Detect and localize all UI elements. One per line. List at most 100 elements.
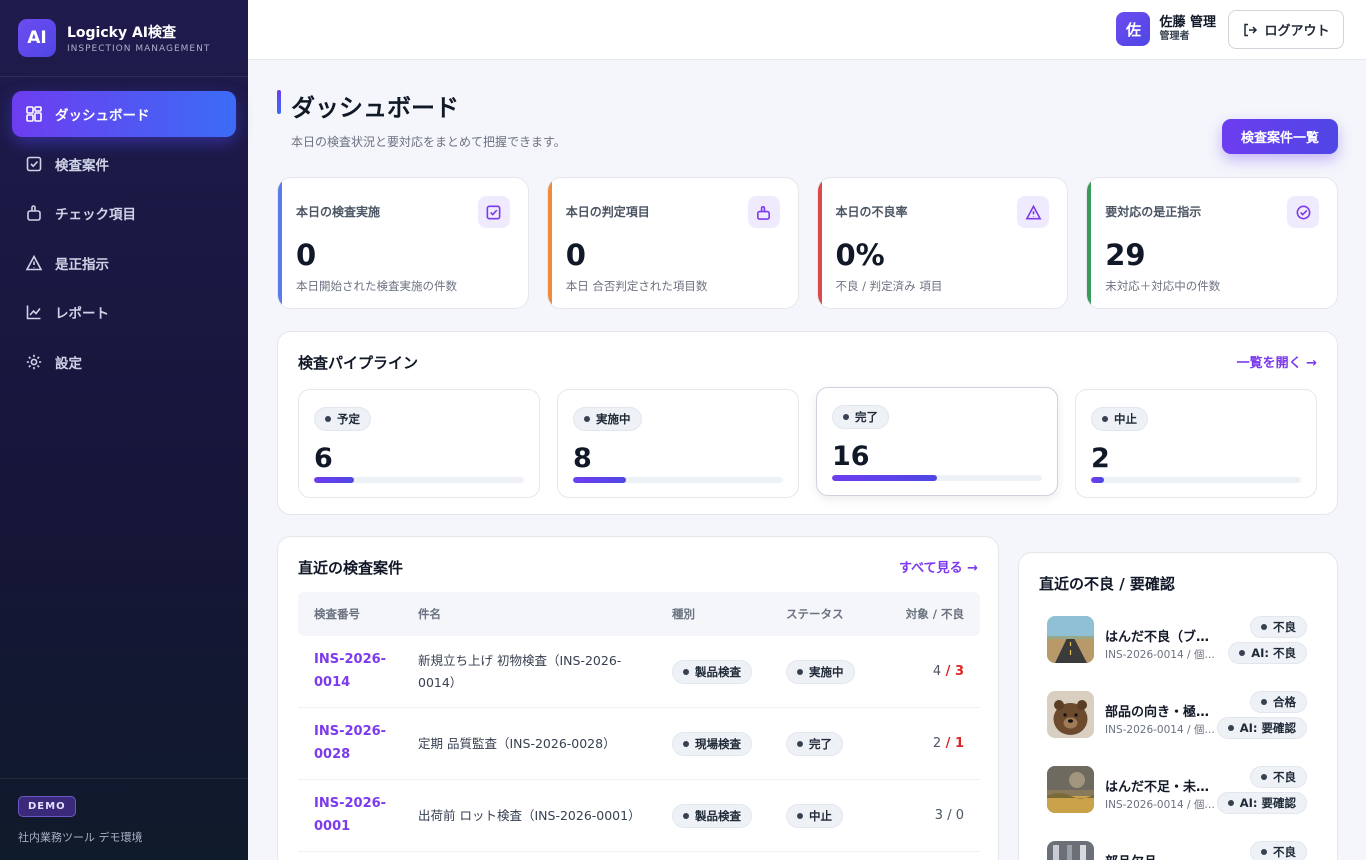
target-defect-count: 4 / 3 bbox=[886, 664, 980, 679]
recent-inspections-panel: 直近の検査案件 すべて見る → 検査番号 件名 種別 ステータス 対象 / 不良… bbox=[277, 536, 999, 860]
table-row[interactable]: INS-2026-0001 出荷前 ロット検査（INS-2026-0001） 製… bbox=[298, 780, 980, 852]
inspection-id-link[interactable]: INS-2026-0028 bbox=[314, 721, 394, 767]
recent-defects-panel: 直近の不良 / 要確認 はんだ不良（ブ… INS-2026-0014 / 個体…… bbox=[1018, 552, 1338, 860]
inspection-id-link[interactable]: INS-2026-0001 bbox=[314, 793, 394, 839]
ai-label: AI: 不良 bbox=[1251, 646, 1296, 660]
result-badge: 合格 bbox=[1250, 691, 1307, 713]
stage-label: 完了 bbox=[855, 410, 878, 424]
stat-accent-bar bbox=[817, 178, 822, 308]
result-label: 合格 bbox=[1273, 695, 1296, 709]
stage-chip: 実施中 bbox=[573, 407, 642, 431]
sidebar-item-label: 検査案件 bbox=[55, 157, 109, 174]
sidebar-item-label: レポート bbox=[55, 306, 109, 322]
topbar: 佐 佐藤 管理 管理者 ログアウト bbox=[248, 0, 1366, 60]
inspections-table: 検査番号 件名 種別 ステータス 対象 / 不良 INS-2026-0014 新… bbox=[298, 592, 980, 852]
ai-badge: AI: 不良 bbox=[1228, 642, 1307, 664]
stat-card-judged-items[interactable]: 本日の判定項目 0 本日 合否判定された項目数 bbox=[546, 177, 799, 309]
column-header-target-defect[interactable]: 対象 / 不良 bbox=[886, 606, 980, 622]
defect-count: 3 bbox=[954, 664, 964, 679]
stage-label: 実施中 bbox=[596, 412, 631, 426]
inspection-list-button[interactable]: 検査案件一覧 bbox=[1222, 119, 1338, 154]
column-header-status[interactable]: ステータス bbox=[786, 606, 886, 622]
stage-count: 16 bbox=[832, 441, 870, 472]
defect-separator: / bbox=[943, 808, 956, 823]
page-subtitle: 本日の検査状況と要対応をまとめて把握できます。 bbox=[291, 135, 566, 149]
stage-progress-track bbox=[1091, 477, 1301, 483]
stat-card-open-corrections[interactable]: 要対応の是正指示 29 未対応＋対応中の件数 bbox=[1086, 177, 1338, 309]
warning-icon bbox=[1017, 196, 1050, 228]
list-item[interactable]: 部品の向き・極… INS-2026-0014 / 個… 合格 AI: 要確認 bbox=[1039, 691, 1317, 746]
bear-photo bbox=[1047, 691, 1094, 738]
table-row[interactable]: INS-2026-0014 新規立ち上げ 初物検査（INS-2026-0014）… bbox=[298, 636, 980, 708]
stat-value: 0% bbox=[835, 238, 885, 272]
status-dot bbox=[1227, 800, 1234, 806]
sidebar-footer: DEMO 社内業務ツール デモ環境 bbox=[0, 778, 248, 860]
column-header-name[interactable]: 件名 bbox=[418, 606, 672, 622]
pipeline-stage-in-progress[interactable]: 実施中 8 bbox=[557, 389, 799, 498]
defects-title: 直近の不良 / 要確認 bbox=[1039, 575, 1175, 593]
status-dot bbox=[325, 416, 331, 422]
see-all-link[interactable]: すべて見る → bbox=[899, 557, 978, 576]
sidebar-item-dashboard[interactable]: ダッシュボード bbox=[12, 91, 236, 137]
logout-button[interactable]: ログアウト bbox=[1228, 10, 1344, 49]
stage-count: 2 bbox=[1091, 443, 1110, 474]
defect-separator: / bbox=[941, 736, 955, 751]
status-dot bbox=[797, 812, 803, 819]
table-row[interactable]: INS-2026-0028 定期 品質監査（INS-2026-0028） 現場検… bbox=[298, 708, 980, 780]
status-label: 実施中 bbox=[809, 664, 844, 679]
result-label: 不良 bbox=[1273, 620, 1296, 634]
brand[interactable]: AI Logicky AI検査 INSPECTION MANAGEMENT bbox=[0, 0, 248, 77]
stat-note: 本日 合否判定された項目数 bbox=[565, 279, 708, 293]
ai-badge: AI: 要確認 bbox=[1216, 792, 1307, 814]
avatar: 佐 bbox=[1116, 12, 1151, 46]
stat-card-defect-rate[interactable]: 本日の不良率 0% 不良 / 判定済み 項目 bbox=[816, 177, 1069, 309]
sidebar-item-inspections[interactable]: 検査案件 bbox=[12, 141, 236, 187]
sidebar-item-settings[interactable]: 設定 bbox=[12, 339, 236, 385]
brand-subtitle: INSPECTION MANAGEMENT bbox=[67, 44, 211, 54]
sidebar-item-check-items[interactable]: チェック項目 bbox=[12, 190, 236, 236]
pipeline-stage-cancelled[interactable]: 中止 2 bbox=[1075, 389, 1317, 498]
status-dot bbox=[683, 740, 689, 747]
brand-logo: AI bbox=[18, 19, 56, 57]
column-header-type[interactable]: 種別 bbox=[672, 606, 786, 622]
type-label: 現場検査 bbox=[695, 736, 741, 751]
stat-card-inspections-today[interactable]: 本日の検査実施 0 本日開始された検査実施の件数 bbox=[277, 177, 529, 309]
stat-accent-bar bbox=[1087, 178, 1092, 308]
sidebar-item-corrections[interactable]: 是正指示 bbox=[12, 240, 236, 286]
result-label: 不良 bbox=[1273, 770, 1296, 784]
user-menu[interactable]: 佐 佐藤 管理 管理者 bbox=[1116, 12, 1216, 46]
stage-chip: 完了 bbox=[832, 405, 889, 429]
column-header-id[interactable]: 検査番号 bbox=[298, 606, 418, 622]
pipeline-stage-planned[interactable]: 予定 6 bbox=[298, 389, 540, 498]
stage-count: 8 bbox=[573, 443, 592, 474]
type-label: 製品検査 bbox=[695, 664, 741, 679]
inspection-name: 新規立ち上げ 初物検査（INS-2026-0014） bbox=[418, 652, 622, 690]
table-header: 検査番号 件名 種別 ステータス 対象 / 不良 bbox=[298, 592, 980, 636]
machine-photo bbox=[1047, 841, 1094, 860]
status-label: 完了 bbox=[809, 736, 832, 751]
status-dot bbox=[797, 668, 803, 675]
sidebar-item-reports[interactable]: レポート bbox=[12, 289, 236, 335]
list-item[interactable]: 部品欠品 不良 bbox=[1039, 841, 1317, 860]
pipeline-stage-completed[interactable]: 完了 16 bbox=[816, 387, 1058, 496]
pipeline-open-link[interactable]: 一覧を開く → bbox=[1237, 352, 1317, 371]
list-item[interactable]: はんだ不良（ブ… INS-2026-0014 / 個体… 不良 AI: 不良 bbox=[1039, 616, 1317, 671]
type-chip: 製品検査 bbox=[672, 659, 752, 684]
status-badge: 中止 bbox=[786, 803, 843, 828]
type-chip: 製品検査 bbox=[672, 803, 752, 828]
defect-separator: / bbox=[941, 664, 955, 679]
status-badge: 完了 bbox=[786, 731, 843, 756]
gear-icon bbox=[25, 353, 43, 371]
stat-accent-bar bbox=[547, 178, 552, 308]
result-badge: 不良 bbox=[1250, 616, 1307, 638]
environment-note: 社内業務ツール デモ環境 bbox=[18, 831, 143, 844]
logout-label: ログアウト bbox=[1264, 24, 1330, 39]
user-name: 佐藤 管理 bbox=[1159, 15, 1216, 31]
list-item[interactable]: はんだ不足・未… INS-2026-0014 / 個… 不良 AI: 要確認 bbox=[1039, 766, 1317, 821]
inspection-id-link[interactable]: INS-2026-0014 bbox=[314, 649, 394, 695]
sidebar: AI Logicky AI検査 INSPECTION MANAGEMENT ダッ… bbox=[0, 0, 248, 860]
stage-label: 予定 bbox=[337, 412, 360, 426]
defect-subtitle: INS-2026-0014 / 個… bbox=[1105, 724, 1215, 736]
target-count: 3 bbox=[934, 808, 944, 823]
sidebar-nav: ダッシュボード 検査案件 チェック項目 是正指示 レポート 設定 bbox=[0, 77, 248, 402]
